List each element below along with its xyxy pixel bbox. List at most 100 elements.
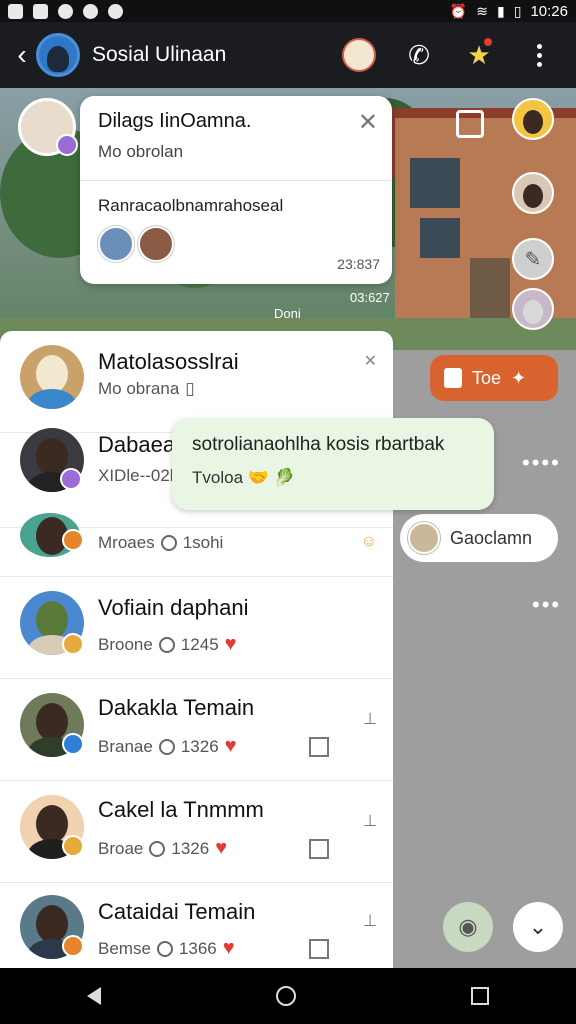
alarm-icon: ⏰ <box>449 2 468 19</box>
system-nav-bar <box>0 968 576 1024</box>
popup-sender-avatar[interactable] <box>18 98 78 156</box>
status-badge <box>60 468 82 490</box>
phone-icon: ✆ <box>408 39 430 70</box>
participant-avatar[interactable] <box>512 98 554 140</box>
contact-name: Dabaeai <box>98 432 180 457</box>
page-title: Sosial Ulinaan <box>92 43 227 66</box>
status-time: 10:26 <box>530 2 568 20</box>
bubble-text: sotrolianaohlha kosis rbartbak <box>192 434 445 455</box>
timestamp: 03:627 <box>350 290 390 305</box>
nav-recents-icon[interactable] <box>470 987 489 1005</box>
message-icon <box>108 3 123 19</box>
popup-message: Ranracaolbnamrahoseal <box>98 196 284 215</box>
participant-avatar[interactable] <box>98 226 134 262</box>
tools-button[interactable]: ✎ <box>512 238 554 280</box>
list-item[interactable]: Cataidai Temain Bemse 1366 ♥ ⊥ <box>0 883 393 968</box>
heart-icon: ♥ <box>222 937 235 959</box>
popup-time: 23:837 <box>337 256 380 272</box>
open-external-icon[interactable] <box>456 110 484 138</box>
pin-icon[interactable]: ⊥ <box>363 709 377 729</box>
popup-subtitle: Mo obrolan <box>98 142 184 161</box>
chevron-down-icon: ⌄ <box>528 914 548 939</box>
more-horizontal-icon[interactable]: ••• <box>532 592 561 618</box>
list-item[interactable]: Mroaes 1sohi ☺ <box>0 505 393 577</box>
heart-icon: ♥ <box>224 633 237 655</box>
status-badge <box>62 633 84 655</box>
pin-icon[interactable]: ⊥ <box>363 911 377 931</box>
media-icon <box>58 3 73 19</box>
app-bar: ‹ Sosial Ulinaan ✆ ★ <box>0 22 576 88</box>
collapse-icon[interactable]: ✕ <box>364 351 377 371</box>
home-icon[interactable] <box>309 839 329 859</box>
participant-avatar[interactable] <box>138 226 174 262</box>
app-icon <box>83 3 98 19</box>
call-button[interactable]: ✆ <box>400 36 438 74</box>
battery-icon: ▯ <box>513 2 522 19</box>
camera-button[interactable]: ◉ <box>443 902 493 952</box>
status-badge <box>62 733 84 755</box>
wifi-icon: ≋ <box>476 2 489 19</box>
pin-icon[interactable]: ⊥ <box>363 811 377 831</box>
contact-sub: Branae 1326 ♥ <box>98 735 237 757</box>
bubble-subtext: Tvoloa 🤝 🥬 <box>192 468 295 487</box>
status-badge <box>62 835 84 857</box>
link-icon <box>158 636 175 653</box>
chip-label: Toe <box>472 367 502 388</box>
contact-sub: XIDle--02b <box>98 466 180 485</box>
contact-sub: Broone 1245 ♥ <box>98 633 237 655</box>
tag-icon <box>444 368 462 388</box>
back-button[interactable]: ‹ <box>8 35 36 75</box>
chip-avatar <box>408 522 440 554</box>
group-avatar[interactable] <box>36 33 80 77</box>
emoji-icon[interactable]: ☺ <box>361 533 377 551</box>
notification-badge <box>484 38 492 46</box>
more-horizontal-icon[interactable]: •••• <box>522 450 561 476</box>
image-icon <box>33 3 48 19</box>
close-icon[interactable]: ✕ <box>358 108 378 137</box>
nav-home-icon[interactable] <box>275 986 296 1006</box>
nav-back-icon[interactable] <box>87 987 102 1005</box>
contact-name: Cataidai Temain <box>98 899 256 924</box>
contact-name: Cakel la Tnmmm <box>98 797 264 822</box>
more-options-button[interactable] <box>520 36 558 74</box>
toe-button[interactable]: Toe ✦ <box>430 355 558 401</box>
status-bar: ⏰ ≋ ▮ ▯ 10:26 <box>0 0 576 22</box>
notification-icon <box>8 3 23 19</box>
speech-bubble[interactable]: sotrolianaohlha kosis rbartbak Tvoloa 🤝 … <box>172 418 494 510</box>
divider <box>80 180 392 181</box>
popup-title: Dilags IinOamna. <box>98 110 252 132</box>
chip-label: Gaoclamn <box>450 527 533 548</box>
participant-avatar[interactable] <box>512 288 554 330</box>
link-icon <box>158 738 175 755</box>
contact-name: Vofiain daphani <box>98 595 249 620</box>
emoji-icon: ✦ <box>511 367 527 388</box>
contact-name: Dakakla Temain <box>98 695 255 720</box>
scroll-down-button[interactable]: ⌄ <box>513 902 563 952</box>
link-icon <box>156 940 173 957</box>
message-popup: Dilags IinOamna. Mo obrolan ✕ Ranracaolb… <box>80 96 392 284</box>
contact-name: Matolasosslrai <box>98 349 239 374</box>
status-badge <box>56 134 78 156</box>
bot-button[interactable] <box>340 36 378 74</box>
list-item[interactable]: Dakakla Temain Branae 1326 ♥ ⊥ <box>0 679 393 781</box>
home-icon[interactable] <box>309 737 329 757</box>
home-icon[interactable] <box>309 939 329 959</box>
signal-icon: ▮ <box>497 2 505 19</box>
camera-icon: ◉ <box>458 914 478 939</box>
mention-chip[interactable]: Gaoclamn <box>400 514 558 562</box>
contact-sub: Mo obrana ▯ <box>98 379 195 398</box>
gift-button[interactable]: ★ <box>460 36 498 74</box>
status-badge <box>62 935 84 957</box>
participant-avatar[interactable] <box>512 172 554 214</box>
robot-icon <box>342 38 376 72</box>
heart-icon: ♥ <box>215 837 228 859</box>
contact-sub: Broae 1326 ♥ <box>98 837 228 859</box>
sender-label: Doni <box>274 306 301 321</box>
link-icon <box>149 840 166 857</box>
list-item[interactable]: Vofiain daphani Broone 1245 ♥ <box>0 577 393 679</box>
list-item[interactable]: Cakel la Tnmmm Broae 1326 ♥ ⊥ <box>0 781 393 883</box>
more-vertical-icon <box>536 43 542 67</box>
trash-icon: ▯ <box>185 379 195 398</box>
link-icon <box>160 535 177 551</box>
heart-icon: ♥ <box>224 735 237 757</box>
